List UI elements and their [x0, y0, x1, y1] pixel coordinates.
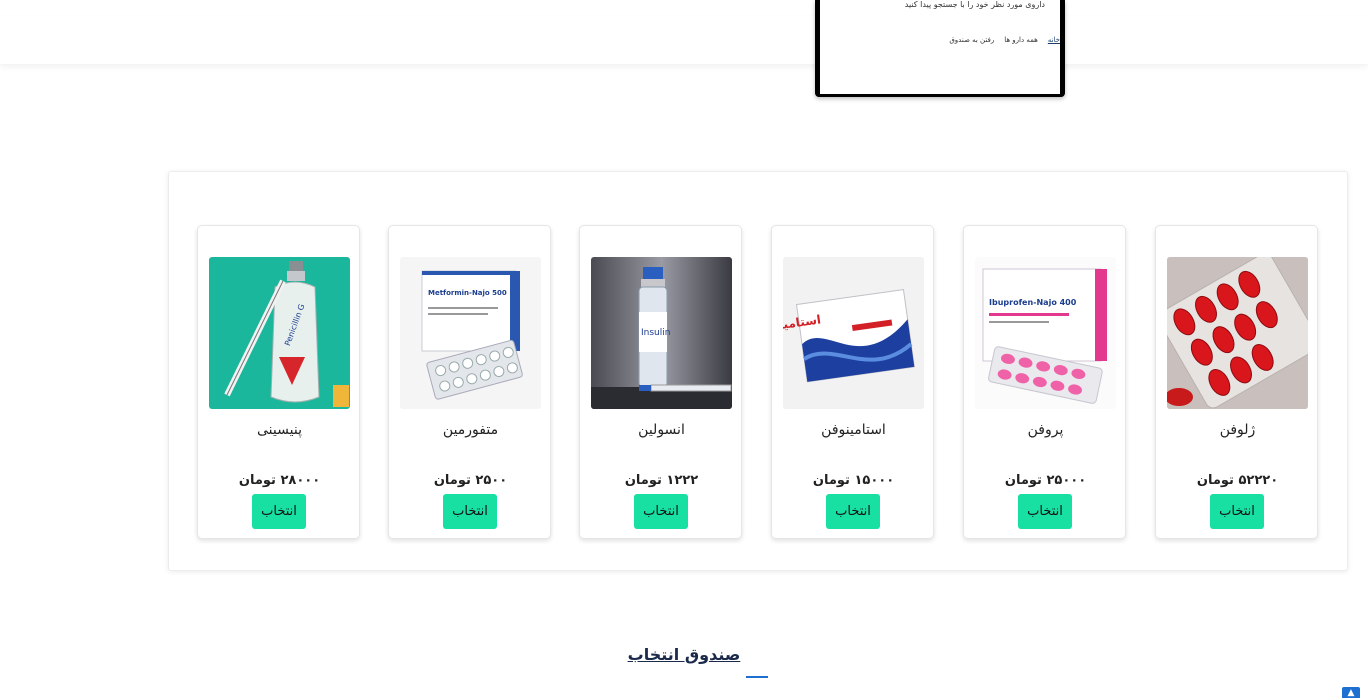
product-card: Insulin انسولین ۱۲۲۲ تومان انتخاب [579, 225, 742, 539]
phone-preview-caption: داروی مورد نظر خود را با جستجو پیدا کنید [904, 1, 1045, 9]
select-button[interactable]: انتخاب [826, 494, 880, 529]
product-price: ۲۵۰۰۰ تومان [1004, 473, 1087, 488]
product-price: ۱۵۰۰۰ تومان [812, 473, 895, 488]
nav-link-home[interactable]: خانه [1048, 36, 1060, 44]
penicillin-bottle-syringe-icon: Penicillin G [209, 257, 350, 409]
top-strip [0, 0, 1368, 14]
product-name: استامینوفن [821, 422, 886, 438]
select-button[interactable]: انتخاب [443, 494, 497, 529]
chevron-up-icon: ▲ [1347, 688, 1355, 698]
section-title: صندوق انتخاب [0, 645, 1368, 664]
product-price: ۲۵۰۰ تومان [433, 473, 508, 488]
nav-link-go-to-cart[interactable]: رفتن به صندوق [949, 36, 994, 44]
section-title-text: صندوق انتخاب [627, 645, 741, 664]
product-price: ۲۸۰۰۰ تومان [238, 473, 321, 488]
product-card: Metformin-Najo 500 متفورمین ۲۵۰۰ تومان ا… [388, 225, 551, 539]
product-name: پنیسینی [257, 422, 302, 438]
product-card: Penicillin G پنیسینی ۲۸۰۰۰ تومان انتخاب [197, 225, 360, 539]
metformin-box-label: Metformin-Najo 500 [428, 289, 507, 297]
pink-tablet-box-icon: Ibuprofen-Najo 400 [975, 257, 1116, 409]
navbar [0, 16, 1368, 64]
title-underline-bar [746, 676, 768, 678]
product-card: ژلوفن ۵۲۲۲۰ تومان انتخاب [1155, 225, 1318, 539]
insulin-vial-syringe-icon: Insulin [591, 257, 732, 409]
nav-links: خانه همه دارو ها رفتن به صندوق [949, 36, 1060, 44]
insulin-vial-label: Insulin [641, 328, 670, 338]
select-button[interactable]: انتخاب [1210, 494, 1264, 529]
product-card: Ibuprofen-Najo 400 پروفن ۲۵۰۰۰ تومان انت… [963, 225, 1126, 539]
ibuprofen-box-label: Ibuprofen-Najo 400 [989, 298, 1077, 307]
product-name: پروفن [1027, 422, 1064, 438]
scroll-to-top-button[interactable]: ▲ [1342, 687, 1360, 698]
blue-medicine-box-icon: استامین ۵۰۰ [783, 257, 924, 409]
product-price: ۵۲۲۲۰ تومان [1196, 473, 1279, 488]
select-button[interactable]: انتخاب [1018, 494, 1072, 529]
select-button[interactable]: انتخاب [252, 494, 306, 529]
select-button[interactable]: انتخاب [634, 494, 688, 529]
product-name: انسولین [638, 422, 685, 438]
product-name: متفورمین [442, 422, 499, 438]
phone-preview-frame [815, 0, 1065, 97]
product-price: ۱۲۲۲ تومان [624, 473, 699, 488]
red-softgel-blister-icon [1167, 257, 1308, 409]
product-name: ژلوفن [1219, 422, 1256, 438]
product-card: استامین ۵۰۰ استامینوفن ۱۵۰۰۰ تومان انتخا… [771, 225, 934, 539]
nav-link-all-medicines[interactable]: همه دارو ها [1004, 36, 1038, 44]
white-tablet-box-icon: Metformin-Najo 500 [400, 257, 541, 409]
